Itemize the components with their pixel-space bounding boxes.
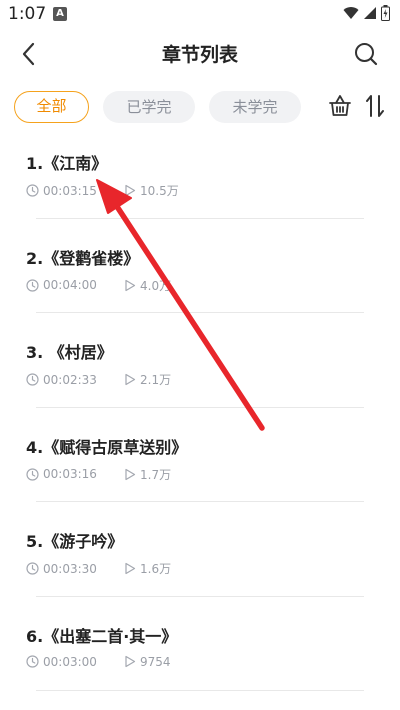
divider — [36, 690, 364, 691]
divider — [36, 217, 364, 219]
chapter-duration: 00:03:30 — [43, 561, 97, 576]
divider — [36, 501, 364, 502]
chapter-duration: 00:03:15 — [43, 183, 97, 198]
clock-icon — [26, 655, 39, 668]
sort-icon — [366, 95, 384, 117]
clock-icon — [26, 278, 39, 292]
search-button[interactable] — [352, 40, 380, 68]
chapter-title: 1.《江南》 — [26, 154, 108, 173]
basket-icon — [329, 95, 351, 116]
chapter-item[interactable]: 1.《江南》 00:03:15 10.5万 — [0, 140, 400, 235]
chapter-title: 6.《出塞二首·其一》 — [26, 626, 178, 646]
search-icon — [355, 43, 378, 66]
play-icon — [125, 184, 136, 197]
chapter-duration: 00:03:16 — [43, 467, 97, 481]
chapter-play-count: 1.6万 — [140, 562, 172, 576]
wifi-icon — [343, 7, 359, 20]
play-icon — [125, 655, 136, 668]
play-icon — [125, 562, 136, 575]
signal-icon — [364, 7, 376, 19]
status-indicators — [343, 5, 390, 21]
filter-tabs: 全部 已学完 未学完 — [14, 91, 301, 125]
chapter-duration: 00:04:00 — [43, 278, 97, 292]
chapter-duration: 00:03:00 — [43, 654, 97, 669]
battery-icon — [381, 5, 390, 21]
chapter-title: 3. 《村居》 — [26, 343, 113, 362]
chapter-list: 1.《江南》 00:03:15 10.5万 2.《登鹳雀楼》 00:04:00 … — [0, 140, 400, 707]
chapter-item[interactable]: 5.《游子吟》 00:03:30 1.6万 — [0, 518, 400, 613]
chapter-item[interactable]: 3. 《村居》 00:02:33 2.1万 — [0, 329, 400, 424]
basket-button[interactable] — [328, 93, 352, 119]
chapter-title: 5.《游子吟》 — [26, 532, 124, 551]
chapter-play-count: 1.7万 — [140, 467, 172, 482]
divider — [36, 406, 364, 408]
status-time: 1:07 — [8, 4, 47, 24]
clock-icon — [26, 184, 39, 197]
play-icon — [125, 468, 136, 480]
header: 章节列表 — [0, 30, 400, 76]
divider — [36, 312, 364, 313]
page-title: 章节列表 — [161, 44, 238, 66]
notification-app-icon: A — [53, 7, 67, 21]
chapter-item[interactable]: 4.《赋得古原草送别》 00:03:16 1.7万 — [0, 424, 400, 519]
chapter-item[interactable]: 6.《出塞二首·其一》 00:03:00 9754 — [0, 613, 400, 708]
chapter-title: 4.《赋得古原草送别》 — [26, 437, 188, 457]
chapter-title: 2.《登鹳雀楼》 — [26, 248, 140, 268]
chapter-item[interactable]: 2.《登鹳雀楼》 00:04:00 4.0万 — [0, 235, 400, 330]
chapter-duration: 00:02:33 — [43, 372, 97, 387]
chapter-meta: 00:03:15 10.5万 — [26, 182, 179, 199]
chapter-play-count: 10.5万 — [140, 184, 179, 198]
clock-icon — [26, 562, 39, 575]
clock-icon — [26, 373, 39, 386]
chapter-play-count: 9754 — [140, 654, 171, 669]
chapter-meta: 00:03:00 9754 — [26, 655, 171, 669]
chapter-meta: 00:02:33 2.1万 — [26, 371, 171, 388]
chapter-meta: 00:04:00 4.0万 — [26, 277, 171, 294]
play-icon — [125, 279, 136, 291]
chapter-meta: 00:03:30 1.6万 — [26, 560, 171, 577]
divider — [36, 595, 364, 597]
tab-completed[interactable]: 已学完 — [103, 91, 195, 123]
tab-not-completed[interactable]: 未学完 — [209, 91, 301, 123]
sort-button[interactable] — [364, 92, 386, 120]
status-bar: 1:07 A — [0, 0, 400, 28]
tab-all[interactable]: 全部 — [14, 91, 89, 123]
chapter-meta: 00:03:16 1.7万 — [26, 466, 171, 483]
chapter-play-count: 2.1万 — [140, 373, 172, 387]
chapter-play-count: 4.0万 — [140, 278, 172, 293]
play-icon — [125, 373, 136, 386]
clock-icon — [26, 467, 39, 481]
